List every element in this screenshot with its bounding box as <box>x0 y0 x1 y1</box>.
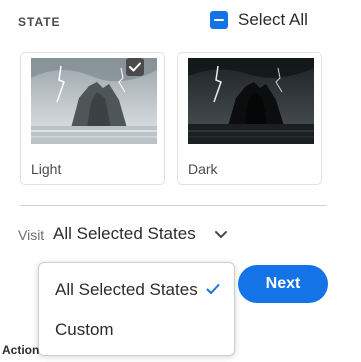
checkmark-icon <box>206 284 220 294</box>
light-card-label: Light <box>31 161 62 177</box>
dark-card-label: Dark <box>188 161 218 177</box>
option-label: Custom <box>55 320 114 339</box>
select-all-checkbox[interactable] <box>210 11 228 29</box>
section-divider <box>20 205 327 206</box>
state-panel: STATE Select All Light Dark Visit All Se… <box>0 0 361 362</box>
select-all-label: Select All <box>238 10 308 29</box>
light-checkbox-checked[interactable] <box>126 58 144 76</box>
chevron-down-icon <box>214 230 227 238</box>
option-custom[interactable]: Custom <box>39 313 234 347</box>
state-card-dark[interactable]: Dark <box>177 52 322 185</box>
checkmark-icon <box>129 62 141 72</box>
actions-label: Action <box>2 343 40 357</box>
select-all-control[interactable]: Select All <box>210 10 308 30</box>
visit-picker[interactable]: All Selected States <box>53 224 228 244</box>
next-button[interactable]: Next <box>238 265 328 303</box>
visit-label: Visit <box>18 227 45 243</box>
option-label: All Selected States <box>55 280 198 299</box>
option-all-selected-states[interactable]: All Selected States <box>39 273 234 307</box>
state-card-light[interactable]: Light <box>20 52 165 185</box>
visit-selected-value: All Selected States <box>53 224 196 243</box>
state-section-title: STATE <box>18 15 61 29</box>
dark-preview-image <box>188 58 314 144</box>
visit-options-popover: All Selected States Custom <box>38 262 235 356</box>
